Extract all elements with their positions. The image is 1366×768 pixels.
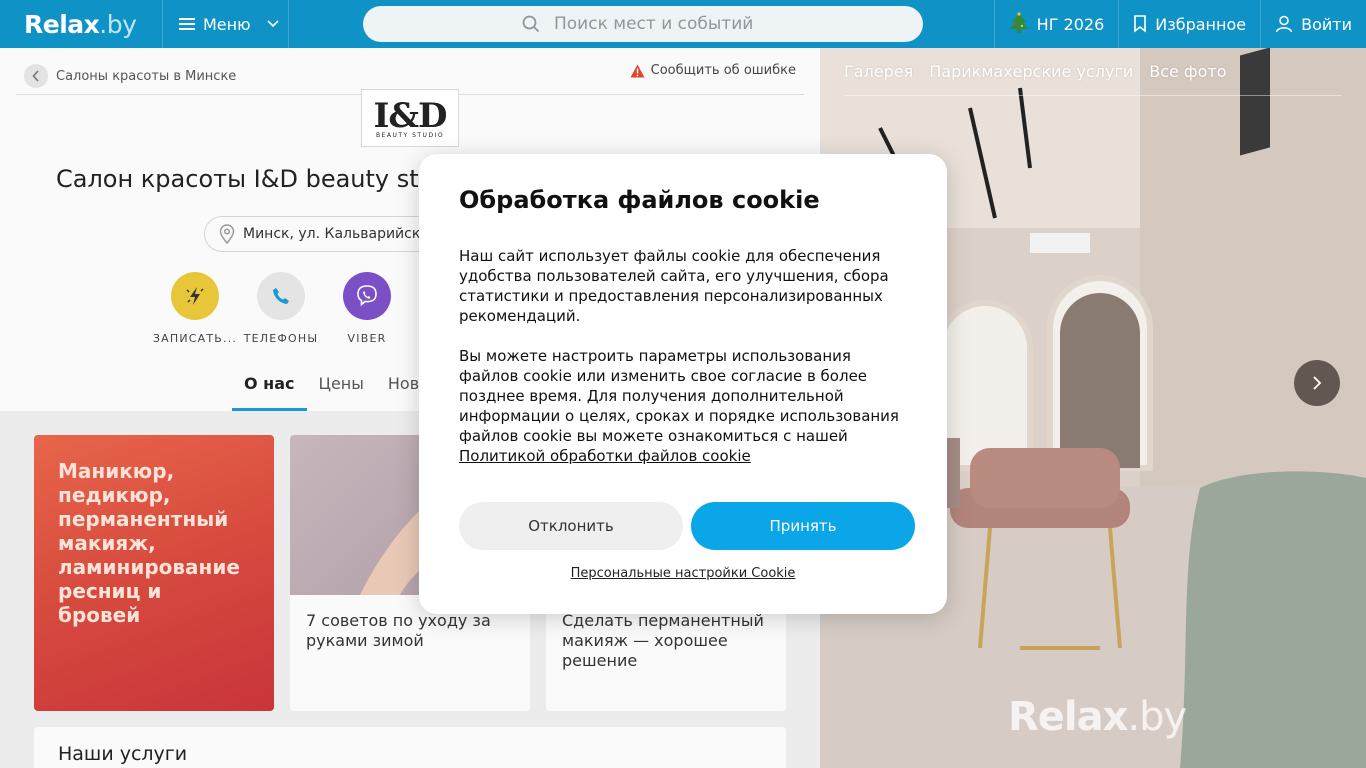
services-promo-card[interactable]: Маникюр, педикюр, перманентный макияж, л… [34,435,274,711]
chevron-right-icon [1313,376,1322,390]
report-error-link[interactable]: Сообщить об ошибке [630,63,796,78]
viber-label: VIBER [347,332,387,345]
gallery-nav: Галерея Парикмахерские услуги Все фото [844,62,1342,96]
search-input[interactable] [554,14,764,34]
cookie-settings-link[interactable]: Персональные настройки Cookie [419,566,947,581]
cookie-paragraph-1: Наш сайт использует файлы cookie для обе… [459,247,889,325]
phones-circle [257,272,305,320]
gallery-tab-photos[interactable]: Все фото [1149,62,1226,95]
report-error-label: Сообщить об ошибке [650,63,796,78]
cookie-dialog: Обработка файлов cookie Наш сайт использ… [419,154,947,614]
viber-action[interactable]: VIBER [322,272,412,345]
chevron-left-icon [32,70,39,82]
cookie-button-row: Отклонить Принять [459,502,915,550]
watermark-main: Relax [1008,694,1128,740]
phones-action[interactable]: ТЕЛЕФОНЫ [236,272,326,345]
gallery-next-button[interactable] [1294,360,1340,406]
promo-text: Маникюр, педикюр, перманентный макияж, л… [58,459,240,627]
login-link[interactable]: Войти [1260,0,1366,48]
gallery-tab-all[interactable]: Галерея [844,62,913,95]
accept-button[interactable]: Принять [691,502,915,550]
site-logo[interactable]: Relax.by [0,0,163,48]
tab-about[interactable]: О нас [232,358,307,411]
booking-label: ЗАПИСАТЬ... [152,332,238,345]
header-right-nav: НГ 2026 Избранное Войти [993,0,1366,48]
favorites-label: Избранное [1155,14,1247,34]
booking-action[interactable]: ЗАПИСАТЬ... [150,272,240,345]
address-text: Минск, ул. Кальварийск [243,226,421,242]
cookie-paragraph-2-text: Вы можете настроить параметры использова… [459,347,899,445]
menu-button[interactable]: Меню [163,0,289,48]
warning-icon [630,64,645,77]
new-year-link[interactable]: НГ 2026 [993,0,1119,48]
search-icon [522,15,540,33]
section-tabs: О нас Цены Ново [232,358,441,411]
new-year-label: НГ 2026 [1036,14,1105,34]
flash-booking-icon [186,287,204,305]
search-bar[interactable] [363,6,923,42]
page-title: Салон красоты I&D beauty st [56,165,419,193]
gallery-tab-hair[interactable]: Парикмахерские услуги [929,62,1133,95]
tab-prices[interactable]: Цены [307,358,376,411]
user-icon [1275,15,1293,33]
cookie-dialog-title: Обработка файлов cookie [459,186,820,214]
phone-icon [273,288,289,304]
decline-button[interactable]: Отклонить [459,502,683,550]
logo-main: Relax [24,9,100,39]
salon-logo-mark: I&D [373,95,447,136]
services-section: Наши услуги [34,727,786,768]
viber-icon [357,285,377,307]
favorites-link[interactable]: Избранное [1118,0,1260,48]
viber-circle [343,272,391,320]
login-label: Войти [1301,14,1352,34]
salon-logo-subtitle: BEAUTY STUDIO [375,131,445,139]
back-button[interactable] [24,64,48,88]
watermark: Relax.by [1008,694,1187,740]
chevron-down-icon [267,20,279,28]
services-heading: Наши услуги [58,743,188,765]
salon-logo: I&D BEAUTY STUDIO [361,89,459,147]
logo-suffix: .by [99,9,137,39]
booking-circle [171,272,219,320]
location-pin-icon [219,224,235,244]
phones-label: ТЕЛЕФОНЫ [243,332,319,345]
watermark-suffix: .by [1127,694,1187,740]
cookie-dialog-body: Наш сайт использует файлы cookie для обе… [459,246,907,466]
cookie-policy-link[interactable]: Политикой обработки файлов cookie [459,447,751,465]
hamburger-icon [179,18,195,30]
cookie-paragraph-2: Вы можете настроить параметры использова… [459,346,907,466]
christmas-tree-icon [1009,12,1028,33]
menu-label: Меню [203,14,251,34]
bookmark-icon [1134,15,1147,33]
breadcrumb-link[interactable]: Салоны красоты в Минске [56,69,236,84]
top-bar: Relax.by Меню НГ 2026 Избранное Войти [0,0,1366,48]
